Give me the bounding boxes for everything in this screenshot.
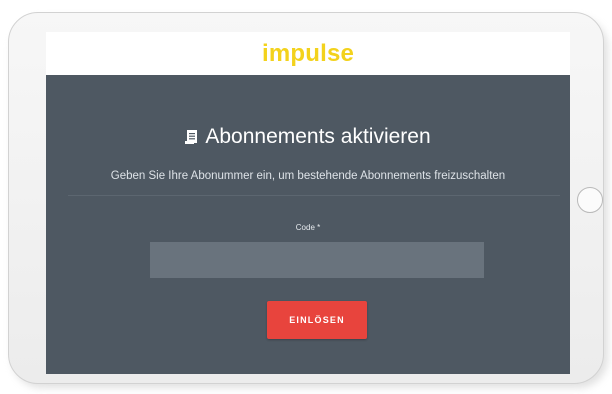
page: impulse Abonnements aktivieren Geben Sie…: [0, 0, 612, 394]
brand-logo[interactable]: impulse: [262, 40, 354, 68]
redeem-button[interactable]: EINLÖSEN: [267, 301, 367, 339]
header-bar: impulse: [46, 32, 570, 75]
page-subtitle: Geben Sie Ihre Abonummer ein, um bestehe…: [110, 170, 506, 182]
title-row: Abonnements aktivieren: [46, 125, 570, 149]
divider: [68, 195, 560, 196]
code-field-label: Code *: [295, 223, 321, 232]
document-icon: [185, 130, 198, 144]
page-title: Abonnements aktivieren: [205, 125, 431, 148]
app-screen: impulse Abonnements aktivieren Geben Sie…: [46, 32, 570, 374]
code-input[interactable]: [150, 242, 484, 278]
tablet-home-button[interactable]: [577, 187, 603, 213]
